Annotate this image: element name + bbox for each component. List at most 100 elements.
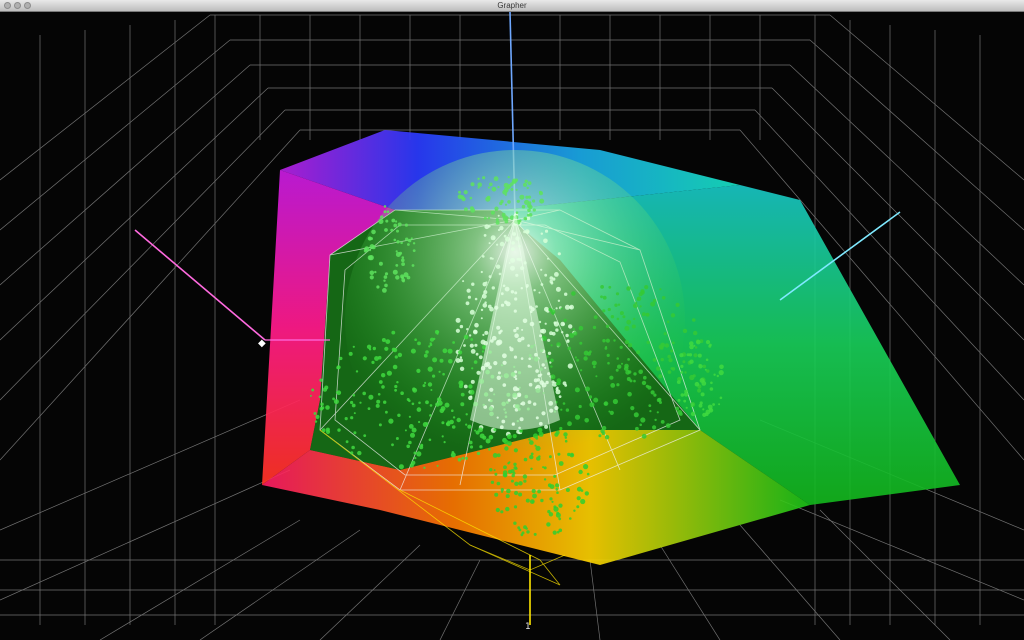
scatter-point <box>656 366 661 371</box>
scatter-point <box>692 374 696 378</box>
scatter-point <box>538 291 541 294</box>
scatter-point <box>616 317 620 321</box>
scatter-point <box>598 434 602 438</box>
scatter-point <box>692 318 696 322</box>
scatter-point <box>652 298 657 303</box>
scatter-point <box>418 420 421 424</box>
scatter-point <box>485 281 488 284</box>
scatter-point <box>500 510 504 514</box>
scatter-point <box>544 229 549 233</box>
scatter-point <box>432 374 436 378</box>
scatter-point <box>549 276 554 280</box>
scatter-point <box>409 463 414 468</box>
scatter-point <box>623 366 629 371</box>
scatter-point <box>527 195 532 199</box>
scatter-point <box>519 194 525 200</box>
scatter-point <box>478 355 483 360</box>
scatter-point <box>560 307 563 310</box>
scatter-point <box>385 339 391 344</box>
scatter-point <box>414 338 417 342</box>
scatter-point <box>395 250 398 253</box>
scatter-point <box>576 496 581 501</box>
scatter-point <box>461 197 466 202</box>
scatter-point <box>480 308 484 312</box>
scatter-point <box>435 402 440 407</box>
scatter-point <box>469 445 474 449</box>
scatter-point <box>402 279 405 283</box>
scatter-point <box>392 364 398 370</box>
scatter-point <box>621 362 623 365</box>
scatter-point <box>458 350 463 355</box>
scatter-point <box>567 339 570 342</box>
scatter-point <box>553 474 557 478</box>
scatter-point <box>627 343 633 348</box>
scatter-point <box>456 417 461 423</box>
scatter-point <box>532 493 537 499</box>
scatter-point <box>690 411 696 417</box>
scatter-point <box>401 262 405 266</box>
scatter-point <box>556 530 560 534</box>
scatter-point <box>573 509 576 512</box>
scatter-point <box>441 435 444 438</box>
scatter-point <box>523 457 528 462</box>
scatter-point <box>311 388 315 392</box>
scatter-point <box>335 391 339 394</box>
scatter-point <box>626 377 631 381</box>
scatter-point <box>565 333 569 338</box>
scatter-point <box>417 341 421 346</box>
scatter-point <box>572 328 576 331</box>
scatter-point <box>616 357 619 360</box>
scatter-point <box>544 306 549 312</box>
scatter-point <box>709 343 712 347</box>
title-bar[interactable]: Grapher <box>0 0 1024 12</box>
scatter-point <box>645 312 649 316</box>
scatter-point <box>394 355 398 359</box>
scatter-point <box>634 301 638 305</box>
scatter-point <box>372 346 376 351</box>
scatter-point <box>337 428 341 432</box>
scatter-point <box>550 365 553 368</box>
scatter-point <box>394 384 398 389</box>
scatter-point <box>455 358 461 363</box>
scatter-point <box>665 423 671 428</box>
scatter-point <box>525 498 530 503</box>
scatter-point <box>671 367 676 371</box>
scatter-point <box>568 324 573 329</box>
scatter-point <box>414 456 417 460</box>
scatter-point <box>408 238 412 243</box>
scatter-point <box>428 345 431 348</box>
scatter-point <box>384 283 388 288</box>
scatter-point <box>473 329 477 334</box>
scatter-point <box>549 484 555 489</box>
scatter-point <box>557 252 561 256</box>
scatter-point <box>469 389 475 395</box>
scatter-point <box>309 394 312 397</box>
scatter-point <box>496 481 501 486</box>
scatter-point <box>652 358 657 362</box>
scatter-point <box>680 371 684 374</box>
scatter-point <box>418 401 421 405</box>
3d-plot-canvas[interactable]: ◆ <box>0 12 1024 640</box>
scatter-point <box>500 199 504 204</box>
scatter-point <box>686 353 690 357</box>
scatter-point <box>491 286 495 290</box>
scatter-point <box>351 403 356 408</box>
scatter-point <box>580 369 583 372</box>
scatter-point <box>642 312 646 317</box>
grid-left-wall <box>0 14 301 625</box>
scatter-point <box>616 383 620 387</box>
scatter-point <box>350 451 354 455</box>
scatter-point <box>500 488 504 492</box>
scatter-point <box>362 391 367 396</box>
scatter-point <box>391 443 394 447</box>
scatter-point <box>574 387 580 393</box>
scatter-point <box>319 378 323 382</box>
scatter-point <box>645 384 649 388</box>
scatter-point <box>526 186 529 190</box>
scatter-point <box>405 237 409 241</box>
scatter-point <box>718 370 724 376</box>
scatter-point <box>578 404 582 409</box>
scatter-point <box>388 418 394 424</box>
scatter-point <box>553 321 560 327</box>
scatter-point <box>396 240 400 244</box>
